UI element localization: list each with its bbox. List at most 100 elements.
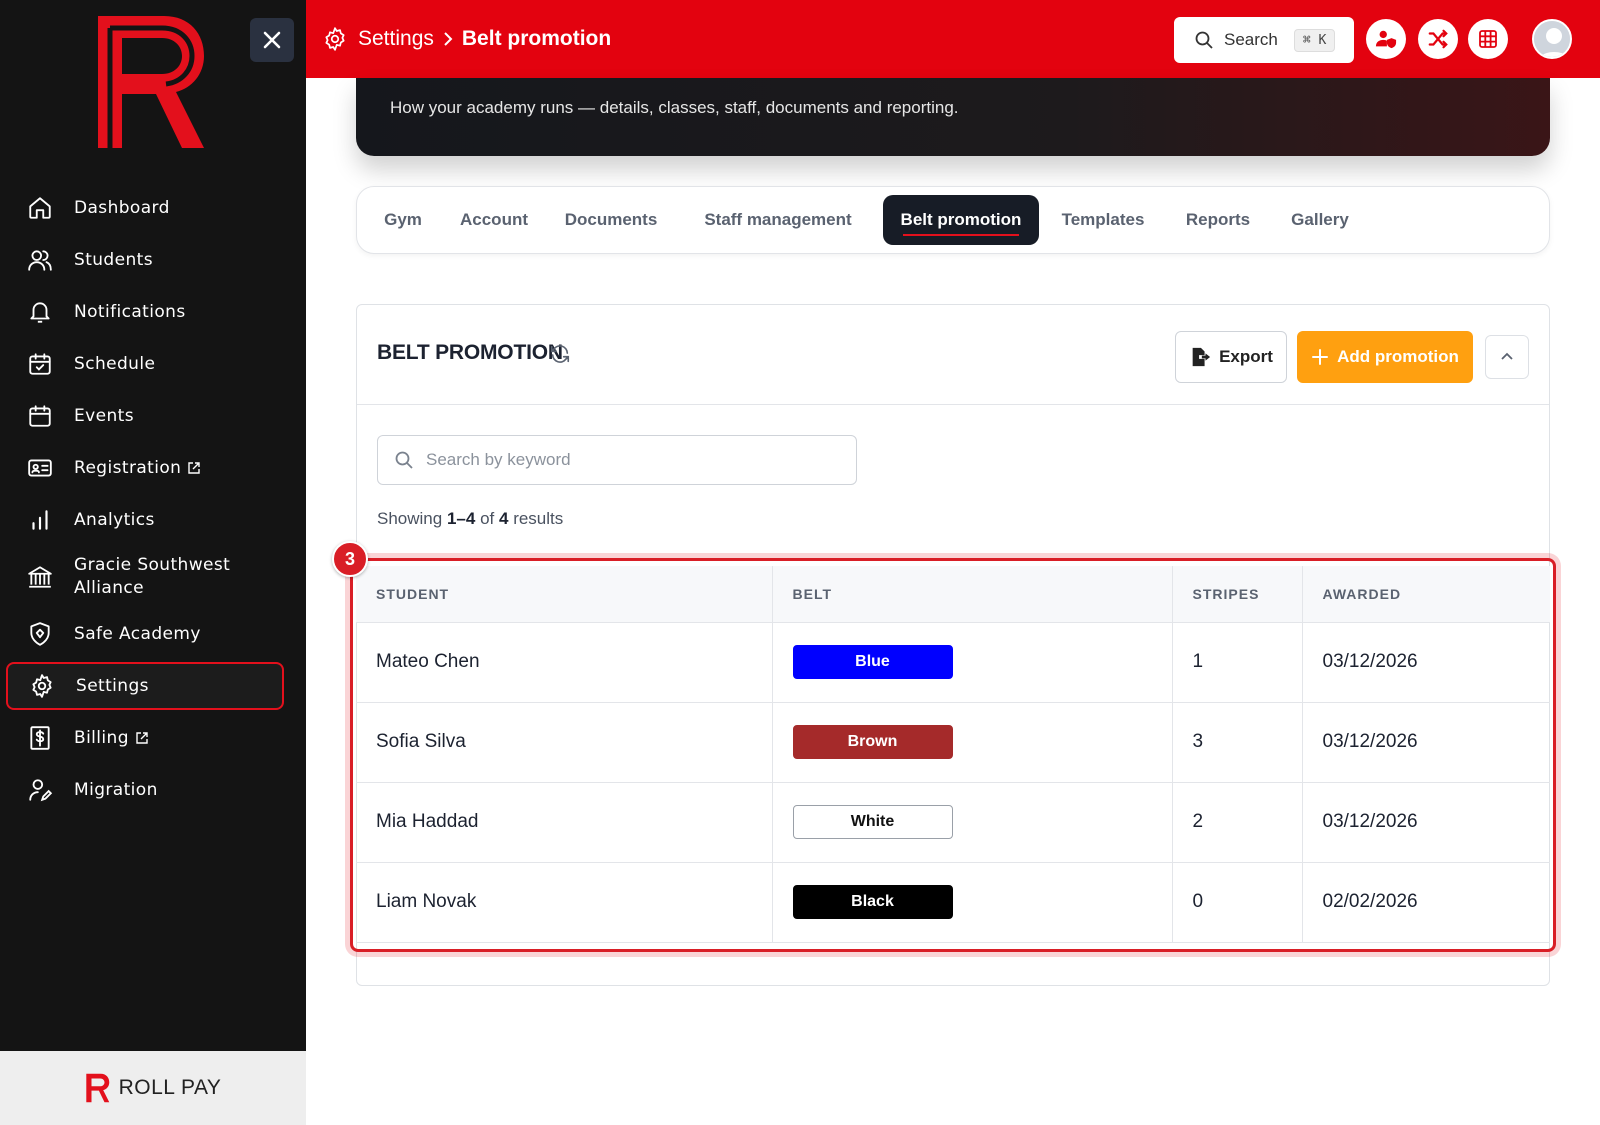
belt-cell: Blue	[772, 622, 1173, 703]
gear-icon	[322, 26, 348, 52]
sidebar-item-students[interactable]: Students	[6, 236, 284, 284]
breadcrumb: Settings Belt promotion	[322, 26, 611, 52]
plus-icon	[1312, 349, 1329, 365]
sidebar-item-label: Billing	[74, 728, 129, 748]
export-icon	[1192, 347, 1211, 367]
bar-chart-icon	[26, 506, 54, 534]
calendar-icon	[26, 402, 54, 430]
sidebar-item-safe-academy[interactable]: Safe Academy	[6, 610, 284, 658]
external-link-icon	[187, 461, 201, 475]
column-header-student[interactable]: STUDENT	[356, 566, 773, 623]
belt-badge: Brown	[792, 725, 953, 759]
tab-account[interactable]: Account	[447, 195, 541, 245]
tab-gallery[interactable]: Gallery	[1277, 195, 1363, 245]
sidebar-item-label: Events	[74, 406, 134, 426]
stripes-value: 0	[1172, 862, 1303, 943]
tab-reports[interactable]: Reports	[1173, 195, 1263, 245]
top-bar: Settings Belt promotion Search ⌘ K	[306, 0, 1600, 78]
tab-label: Templates	[1061, 210, 1145, 229]
search-shortcut: ⌘ K	[1293, 28, 1336, 52]
tab-label: Reports	[1185, 210, 1251, 229]
tab-label: Gallery	[1291, 210, 1349, 229]
panel-header: BELT PROMOTION Export Add promotion	[357, 305, 1549, 405]
user-shield-button[interactable]	[1366, 19, 1406, 59]
sidebar-item-analytics[interactable]: Analytics	[6, 496, 284, 544]
user-edit-icon	[26, 776, 54, 804]
table-row[interactable]: Mateo Chen Blue 1 03/12/2026	[356, 622, 1550, 703]
sidebar-item-dashboard[interactable]: Dashboard	[6, 184, 284, 232]
table-row[interactable]: Liam Novak Black 0 02/02/2026	[356, 862, 1550, 943]
tab-label: Gym	[384, 210, 422, 229]
tab-label: Documents	[564, 210, 658, 229]
belt-badge: Black	[792, 885, 953, 919]
sidebar-item-registration[interactable]: Registration	[6, 444, 284, 492]
sidebar-item-schedule[interactable]: Schedule	[6, 340, 284, 388]
table-row[interactable]: Sofia Silva Brown 3 03/12/2026	[356, 702, 1550, 783]
sidebar-item-label: Gracie Southwest Alliance	[74, 555, 231, 598]
tab-gym[interactable]: Gym	[365, 195, 441, 245]
home-icon	[26, 194, 54, 222]
panel-title: BELT PROMOTION	[377, 341, 563, 364]
column-header-awarded[interactable]: AWARDED	[1302, 566, 1550, 623]
belt-cell: White	[772, 782, 1173, 863]
close-sidebar-button[interactable]	[250, 18, 294, 62]
collapse-button[interactable]	[1485, 335, 1529, 379]
tab-staff-management[interactable]: Staff management	[689, 195, 867, 245]
search-icon	[395, 451, 413, 469]
add-promotion-label: Add promotion	[1337, 347, 1459, 366]
awarded-date: 02/02/2026	[1302, 862, 1550, 943]
belt-badge: White	[792, 805, 953, 839]
tab-templates[interactable]: Templates	[1051, 195, 1155, 245]
tab-belt-promotion[interactable]: Belt promotion	[883, 195, 1039, 245]
sidebar-item-billing[interactable]: Billing	[6, 714, 284, 762]
global-search-button[interactable]: Search ⌘ K	[1174, 17, 1354, 63]
student-name: Sofia Silva	[356, 702, 773, 783]
add-promotion-button[interactable]: Add promotion	[1297, 331, 1473, 383]
chevron-up-icon	[1501, 352, 1513, 360]
results-summary: Showing 1–4 of 4 results	[377, 509, 563, 529]
column-header-belt[interactable]: BELT	[772, 566, 1173, 623]
sidebar-footer: ROLL PAY	[0, 1051, 306, 1125]
grid-button[interactable]	[1468, 19, 1508, 59]
bank-icon	[26, 563, 54, 591]
results-of: of	[480, 509, 495, 528]
export-button[interactable]: Export	[1175, 331, 1287, 383]
search-label: Search	[1224, 30, 1278, 49]
belt-badge: Blue	[792, 645, 953, 679]
search-input[interactable]	[426, 450, 826, 470]
settings-hero: How your academy runs — details, classes…	[356, 78, 1550, 156]
sidebar-item-gracie-southwest-alliance[interactable]: Gracie Southwest Alliance	[6, 548, 284, 606]
avatar[interactable]	[1532, 19, 1572, 59]
tab-label: Account	[460, 210, 528, 229]
sidebar-item-settings[interactable]: Settings	[6, 662, 284, 710]
export-label: Export	[1219, 347, 1273, 366]
chevron-right-icon	[442, 31, 454, 47]
footer-brand-name: ROLL PAY	[118, 1076, 222, 1099]
student-name: Mia Haddad	[356, 782, 773, 863]
shuffle-button[interactable]	[1418, 19, 1458, 59]
close-icon	[263, 31, 281, 49]
sidebar-item-label: Settings	[76, 676, 149, 696]
sidebar-item-label: Dashboard	[74, 198, 170, 218]
awarded-date: 03/12/2026	[1302, 622, 1550, 703]
breadcrumb-current: Belt promotion	[461, 27, 612, 50]
results-range: 1–4	[446, 509, 476, 528]
user-shield-icon	[1375, 30, 1397, 49]
promotions-table: STUDENT BELT STRIPES AWARDED Mateo Chen …	[356, 566, 1550, 943]
sidebar-item-label: Analytics	[74, 510, 155, 530]
sidebar-item-label: Registration	[74, 458, 182, 478]
user-avatar-icon	[1534, 21, 1570, 57]
student-name: Liam Novak	[356, 862, 773, 943]
stripes-value: 2	[1172, 782, 1303, 863]
keyword-search	[377, 435, 857, 485]
refresh-button[interactable]	[549, 343, 571, 370]
column-header-stripes[interactable]: STRIPES	[1172, 566, 1303, 623]
sidebar-item-notifications[interactable]: Notifications	[6, 288, 284, 336]
tab-documents[interactable]: Documents	[553, 195, 669, 245]
sidebar-item-migration[interactable]: Migration	[6, 766, 284, 814]
breadcrumb-root[interactable]: Settings	[358, 27, 434, 51]
table-row[interactable]: Mia Haddad White 2 03/12/2026	[356, 782, 1550, 863]
sidebar-item-events[interactable]: Events	[6, 392, 284, 440]
stripes-value: 3	[1172, 702, 1303, 783]
search-icon	[1195, 31, 1213, 49]
